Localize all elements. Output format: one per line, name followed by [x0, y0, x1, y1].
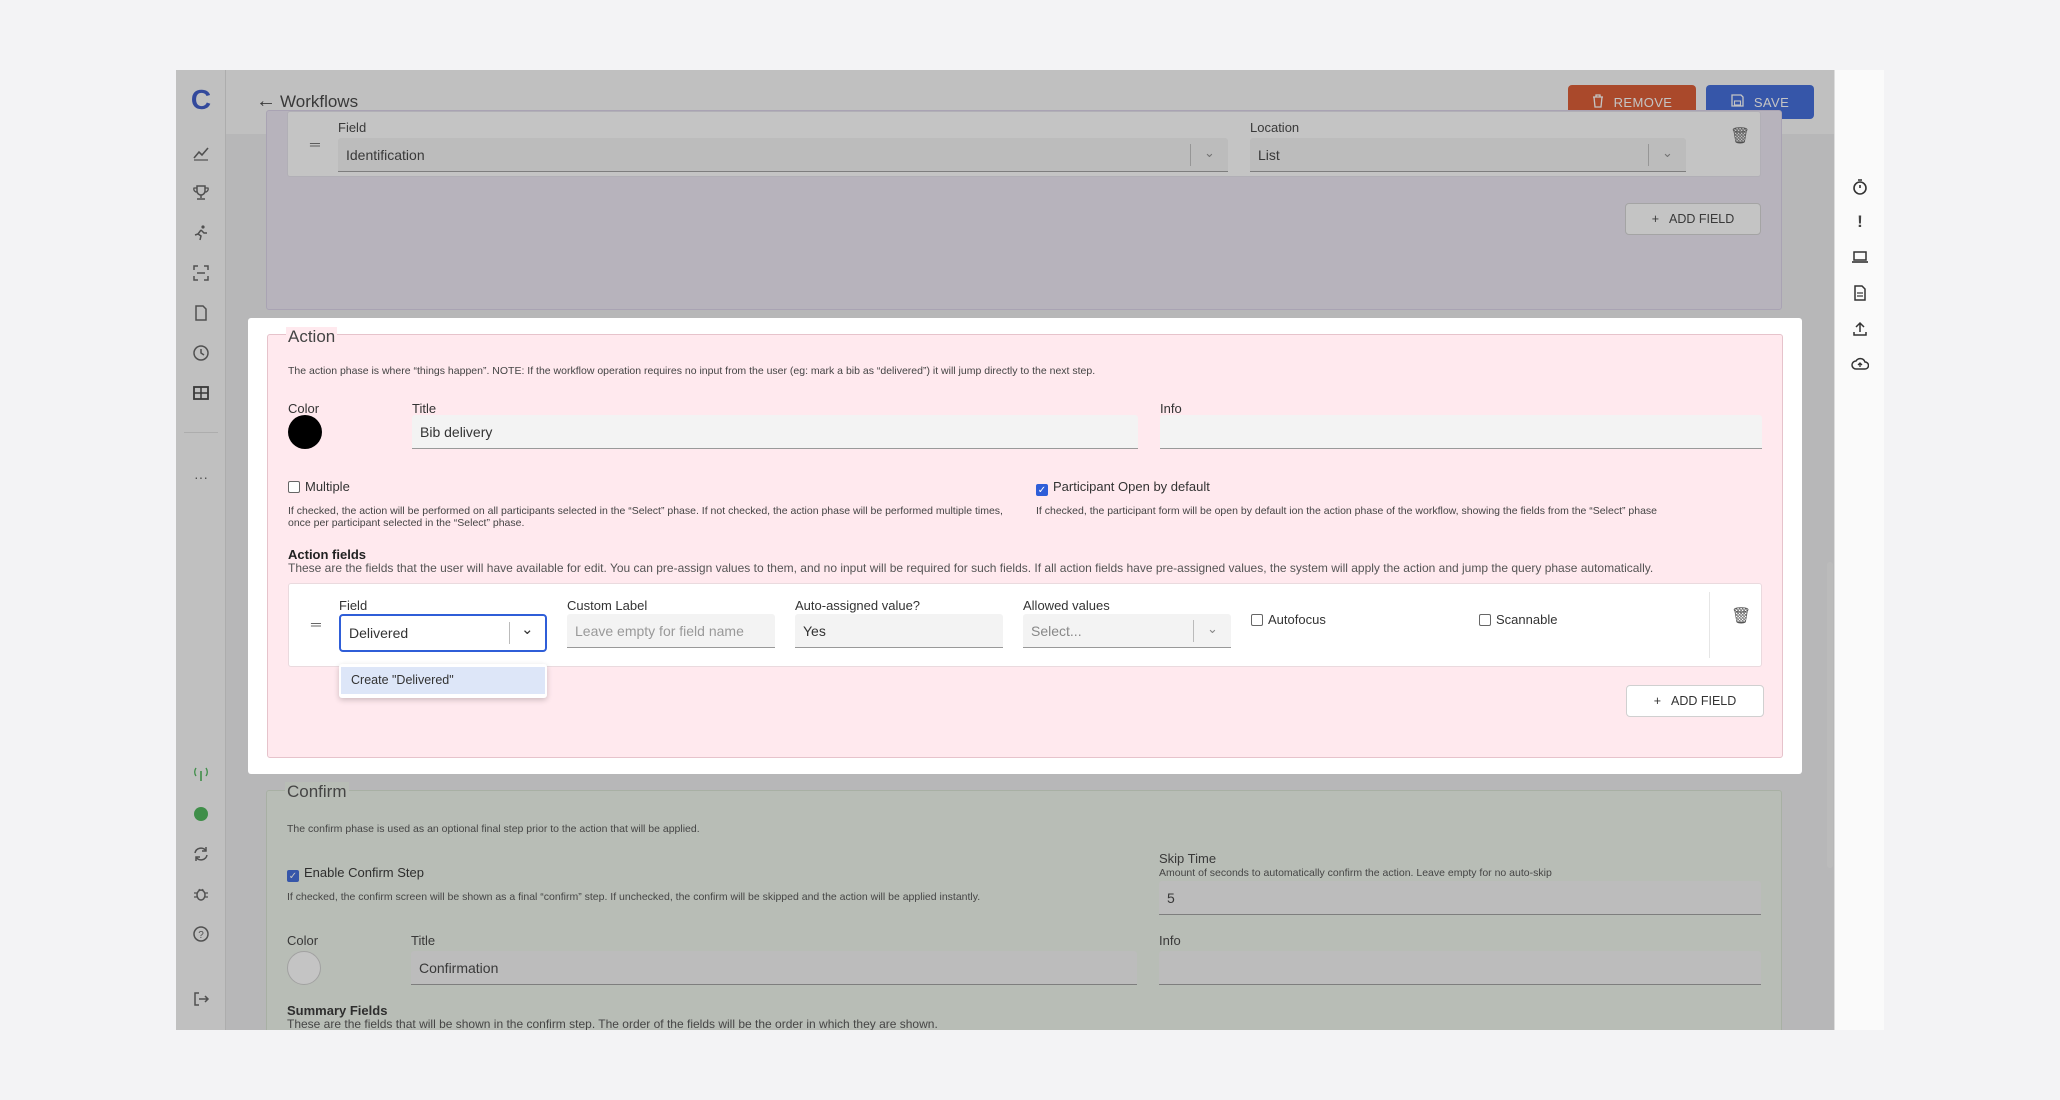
auto-assigned-label: Auto-assigned value?: [795, 598, 921, 613]
checkbox-unchecked-icon[interactable]: [1479, 614, 1491, 626]
action-fields-help: These are the fields that the user will …: [288, 561, 1654, 575]
row-divider: [1709, 592, 1710, 658]
allowed-values-label: Allowed values: [1023, 598, 1110, 613]
checkbox-unchecked-icon[interactable]: [1251, 614, 1263, 626]
laptop-icon[interactable]: [1835, 248, 1884, 271]
info-input[interactable]: [1160, 415, 1762, 449]
action-legend: Action: [286, 327, 338, 347]
color-label: Color: [288, 401, 320, 416]
multiple-checkbox[interactable]: Multiple: [288, 479, 350, 494]
title-input[interactable]: Bib delivery: [412, 415, 1138, 449]
field-dropdown-menu: Create "Delivered": [339, 664, 547, 698]
custom-label-input[interactable]: Leave empty for field name: [567, 614, 775, 648]
checkbox-unchecked-icon[interactable]: [288, 481, 300, 493]
action-description: The action phase is where “things happen…: [288, 365, 1096, 377]
autofocus-label: Autofocus: [1268, 612, 1326, 627]
multiple-label: Multiple: [305, 479, 350, 494]
field-select-focused[interactable]: Delivered ⌄: [339, 614, 547, 652]
allowed-values-placeholder: Select...: [1031, 623, 1082, 639]
upload-icon[interactable]: [1835, 320, 1884, 343]
file-text-icon[interactable]: [1835, 284, 1884, 307]
app-window: C ··· ? ← Workflows REMOVE SAVE ═ Field …: [176, 70, 1884, 1030]
participant-open-label: Participant Open by default: [1053, 479, 1210, 494]
title-label: Title: [412, 401, 437, 416]
participant-open-help: If checked, the participant form will be…: [1036, 505, 1658, 517]
drag-handle-icon[interactable]: ═: [311, 616, 321, 632]
autofocus-checkbox[interactable]: Autofocus: [1251, 612, 1326, 627]
field-select-value: Delivered: [349, 625, 409, 641]
scannable-checkbox[interactable]: Scannable: [1479, 612, 1557, 627]
custom-label-label: Custom Label: [567, 598, 648, 613]
checkbox-checked-icon[interactable]: ✓: [1036, 484, 1048, 496]
create-option[interactable]: Create "Delivered": [341, 667, 545, 694]
stopwatch-icon[interactable]: [1835, 178, 1884, 201]
action-field-row: ═ Field Delivered ⌄ Create "Delivered" C…: [288, 583, 1762, 698]
add-field-button[interactable]: + ADD FIELD: [1626, 685, 1764, 717]
add-field-label: ADD FIELD: [1671, 694, 1737, 708]
delete-field-icon[interactable]: 🗑: [1731, 606, 1751, 626]
right-rail: !: [1834, 70, 1884, 1030]
alert-icon[interactable]: !: [1835, 212, 1884, 232]
participant-open-checkbox[interactable]: ✓ Participant Open by default: [1036, 479, 1210, 496]
cloud-upload-icon[interactable]: [1835, 355, 1884, 378]
chevron-down-icon[interactable]: ⌄: [1207, 621, 1218, 637]
scrollbar[interactable]: [1827, 562, 1833, 868]
field-label: Field: [339, 598, 368, 613]
info-label: Info: [1160, 401, 1182, 416]
color-swatch[interactable]: [288, 415, 322, 449]
select-separator: [509, 622, 510, 644]
action-fields-heading: Action fields: [288, 547, 367, 562]
multiple-help: If checked, the action will be performed…: [288, 505, 1003, 529]
allowed-values-select[interactable]: Select... ⌄: [1023, 614, 1231, 648]
action-phase-card: Action The action phase is where “things…: [267, 327, 1783, 758]
plus-icon: +: [1653, 694, 1661, 708]
action-phase-modal: Action The action phase is where “things…: [248, 318, 1802, 774]
scannable-label: Scannable: [1496, 612, 1558, 627]
auto-assigned-input[interactable]: Yes: [795, 614, 1003, 648]
chevron-down-icon[interactable]: ⌄: [521, 620, 534, 638]
select-separator: [1193, 620, 1194, 642]
